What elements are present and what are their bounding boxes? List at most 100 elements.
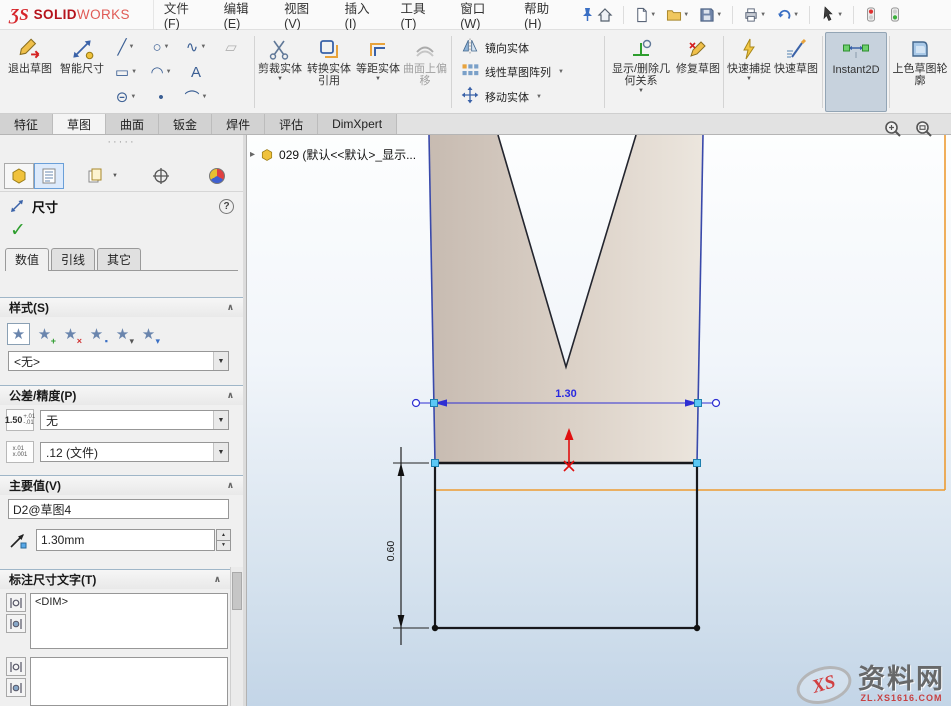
style-dropdown[interactable]: <无> ▼ [8, 351, 229, 371]
rapid-sketch-button[interactable]: 快速草图 [772, 32, 820, 112]
menu-file[interactable]: 文件(F) [154, 0, 214, 29]
arc-tool-button[interactable]: ◠▼ [145, 60, 177, 84]
chevron-down-icon[interactable]: ▼ [166, 69, 172, 75]
home-button[interactable] [594, 5, 616, 25]
feature-manager-tab[interactable] [4, 163, 34, 189]
menu-window[interactable]: 窗口(W) [450, 0, 514, 29]
instant2d-button[interactable]: Instant2D [825, 32, 887, 112]
chevron-down-icon[interactable]: ▼ [760, 12, 766, 18]
quick-snaps-button[interactable]: 快速捕捉 ▼ [726, 32, 772, 112]
pin-menu-icon[interactable] [581, 7, 594, 22]
chevron-down-icon[interactable]: ▼ [558, 69, 564, 75]
chevron-down-icon[interactable]: ▼ [164, 44, 170, 50]
primary-value-group-header[interactable]: 主要值(V) ∧ [0, 475, 243, 495]
spin-up-button[interactable]: ▲ [216, 529, 231, 541]
part-face[interactable] [429, 135, 703, 463]
flyout-arrow-icon[interactable]: ▸ [250, 149, 255, 160]
panel-scrollbar[interactable] [230, 567, 243, 706]
point-tool-button[interactable]: • [145, 85, 177, 109]
slot-tool-button[interactable]: ⊝▼ [110, 85, 142, 109]
text-position-button[interactable] [6, 593, 26, 612]
display-manager-tab[interactable] [202, 163, 232, 189]
trim-entities-button[interactable]: 剪裁实体 ▼ [257, 32, 303, 112]
style-apply-default-button[interactable]: ★ [7, 323, 30, 345]
collapse-chevron-icon[interactable]: ∧ [227, 481, 234, 490]
dimension-name-field[interactable] [8, 499, 229, 519]
tab-surfaces[interactable]: 曲面 [106, 114, 159, 134]
chevron-down-icon[interactable]: ▼ [683, 12, 689, 18]
select-pointer-button[interactable]: ▼ [817, 4, 846, 25]
style-delete-button[interactable]: ★× [59, 323, 82, 345]
chevron-down-icon[interactable]: ▼ [131, 69, 137, 75]
tab-evaluate[interactable]: 评估 [265, 114, 318, 134]
save-button[interactable]: ▼ [696, 5, 725, 25]
zoom-in-icon[interactable] [884, 120, 902, 141]
mirror-entities-button[interactable]: 镜向实体 [460, 36, 596, 59]
menu-view[interactable]: 视图(V) [274, 0, 335, 29]
style-add-button[interactable]: ★+ [33, 323, 56, 345]
panel-splitter-handle[interactable]: ····· [0, 138, 243, 147]
undo-button[interactable]: ▼ [773, 5, 802, 25]
text-center-button[interactable] [6, 614, 26, 633]
collapse-chevron-icon[interactable]: ∧ [214, 575, 221, 584]
scrollbar-thumb[interactable] [232, 572, 242, 610]
traffic-light-green-icon[interactable] [885, 4, 905, 25]
dimension-value-field[interactable] [36, 529, 215, 551]
traffic-light-red-icon[interactable] [861, 4, 881, 25]
feature-tree-overlay[interactable]: ▸ 029 (默认<<默认>_显示... [250, 146, 416, 163]
tab-sketch[interactable]: 草图 [53, 114, 106, 134]
configuration-manager-tab[interactable] [80, 163, 110, 189]
menu-edit[interactable]: 编辑(E) [214, 0, 275, 29]
tab-features[interactable]: 特征 [0, 114, 53, 134]
tolerance-group-header[interactable]: 公差/精度(P) ∧ [0, 385, 243, 405]
menu-insert[interactable]: 插入(I) [335, 0, 391, 29]
chevron-down-icon[interactable]: ▼ [536, 94, 542, 100]
precision-dropdown[interactable]: .12 (文件) ▼ [40, 442, 229, 462]
sketch-point[interactable] [432, 625, 438, 631]
repair-sketch-button[interactable]: 修复草图 [675, 32, 721, 112]
chevron-down-icon[interactable]: ▼ [746, 76, 752, 83]
chevron-down-icon[interactable]: ▼ [213, 443, 228, 461]
convert-entities-button[interactable]: 转换实体引用 [303, 32, 355, 112]
chevron-down-icon[interactable]: ▼ [650, 12, 656, 18]
chevron-down-icon[interactable]: ▼ [112, 173, 118, 179]
tab-sheet-metal[interactable]: 钣金 [159, 114, 212, 134]
chevron-down-icon[interactable]: ▼ [130, 94, 136, 100]
new-document-button[interactable]: ▼ [631, 5, 659, 25]
display-delete-relations-button[interactable]: 显示/删除几何关系 ▼ [607, 32, 675, 112]
dimension-text-group-header[interactable]: 标注尺寸文字(T) ∧ [0, 569, 230, 589]
exit-sketch-button[interactable]: 退出草图 [2, 32, 58, 112]
menu-tools[interactable]: 工具(T) [390, 0, 450, 29]
fillet-tool-button[interactable]: ⌒▼ [180, 85, 212, 109]
chevron-down-icon[interactable]: ▼ [277, 76, 283, 83]
chevron-down-icon[interactable]: ▼ [213, 352, 228, 370]
dimxpert-manager-tab[interactable] [146, 163, 176, 189]
text-tool-button[interactable]: A [180, 60, 212, 84]
rectangle-tool-button[interactable]: ▭▼ [110, 60, 142, 84]
chevron-down-icon[interactable]: ▼ [375, 76, 381, 83]
ok-button[interactable]: ✓ [10, 219, 26, 242]
help-icon[interactable]: ? [219, 199, 234, 214]
subtab-other[interactable]: 其它 [97, 248, 141, 270]
shaded-sketch-contours-button[interactable]: 上色草图轮廓 [892, 32, 948, 112]
dimension-text-area[interactable]: <DIM> [30, 593, 228, 649]
circle-tool-button[interactable]: ○▼ [145, 35, 177, 59]
linear-sketch-pattern-button[interactable]: 线性草图阵列 ▼ [460, 61, 596, 84]
sketch-rectangle[interactable] [435, 463, 697, 628]
open-document-button[interactable]: ▼ [663, 5, 692, 24]
tab-weldments[interactable]: 焊件 [212, 114, 265, 134]
text-center-button[interactable] [6, 678, 26, 697]
tab-dimxpert[interactable]: DimXpert [318, 114, 397, 134]
style-group-header[interactable]: 样式(S) ∧ [0, 297, 243, 317]
chevron-down-icon[interactable]: ▼ [202, 94, 208, 100]
chevron-down-icon[interactable]: ▼ [793, 12, 799, 18]
vertical-dimension-label[interactable]: 0.60 [385, 541, 397, 562]
chevron-down-icon[interactable]: ▼ [129, 44, 135, 50]
spin-down-button[interactable]: ▼ [216, 541, 231, 552]
dimension-text-area-secondary[interactable] [30, 657, 228, 706]
horizontal-dimension-label[interactable]: 1.30 [555, 388, 576, 400]
move-entities-button[interactable]: 移动实体 ▼ [460, 85, 596, 108]
tolerance-dropdown[interactable]: 无 ▼ [40, 410, 229, 430]
chevron-down-icon[interactable]: ▼ [200, 44, 206, 50]
spline-tool-button[interactable]: ∿▼ [180, 35, 212, 59]
